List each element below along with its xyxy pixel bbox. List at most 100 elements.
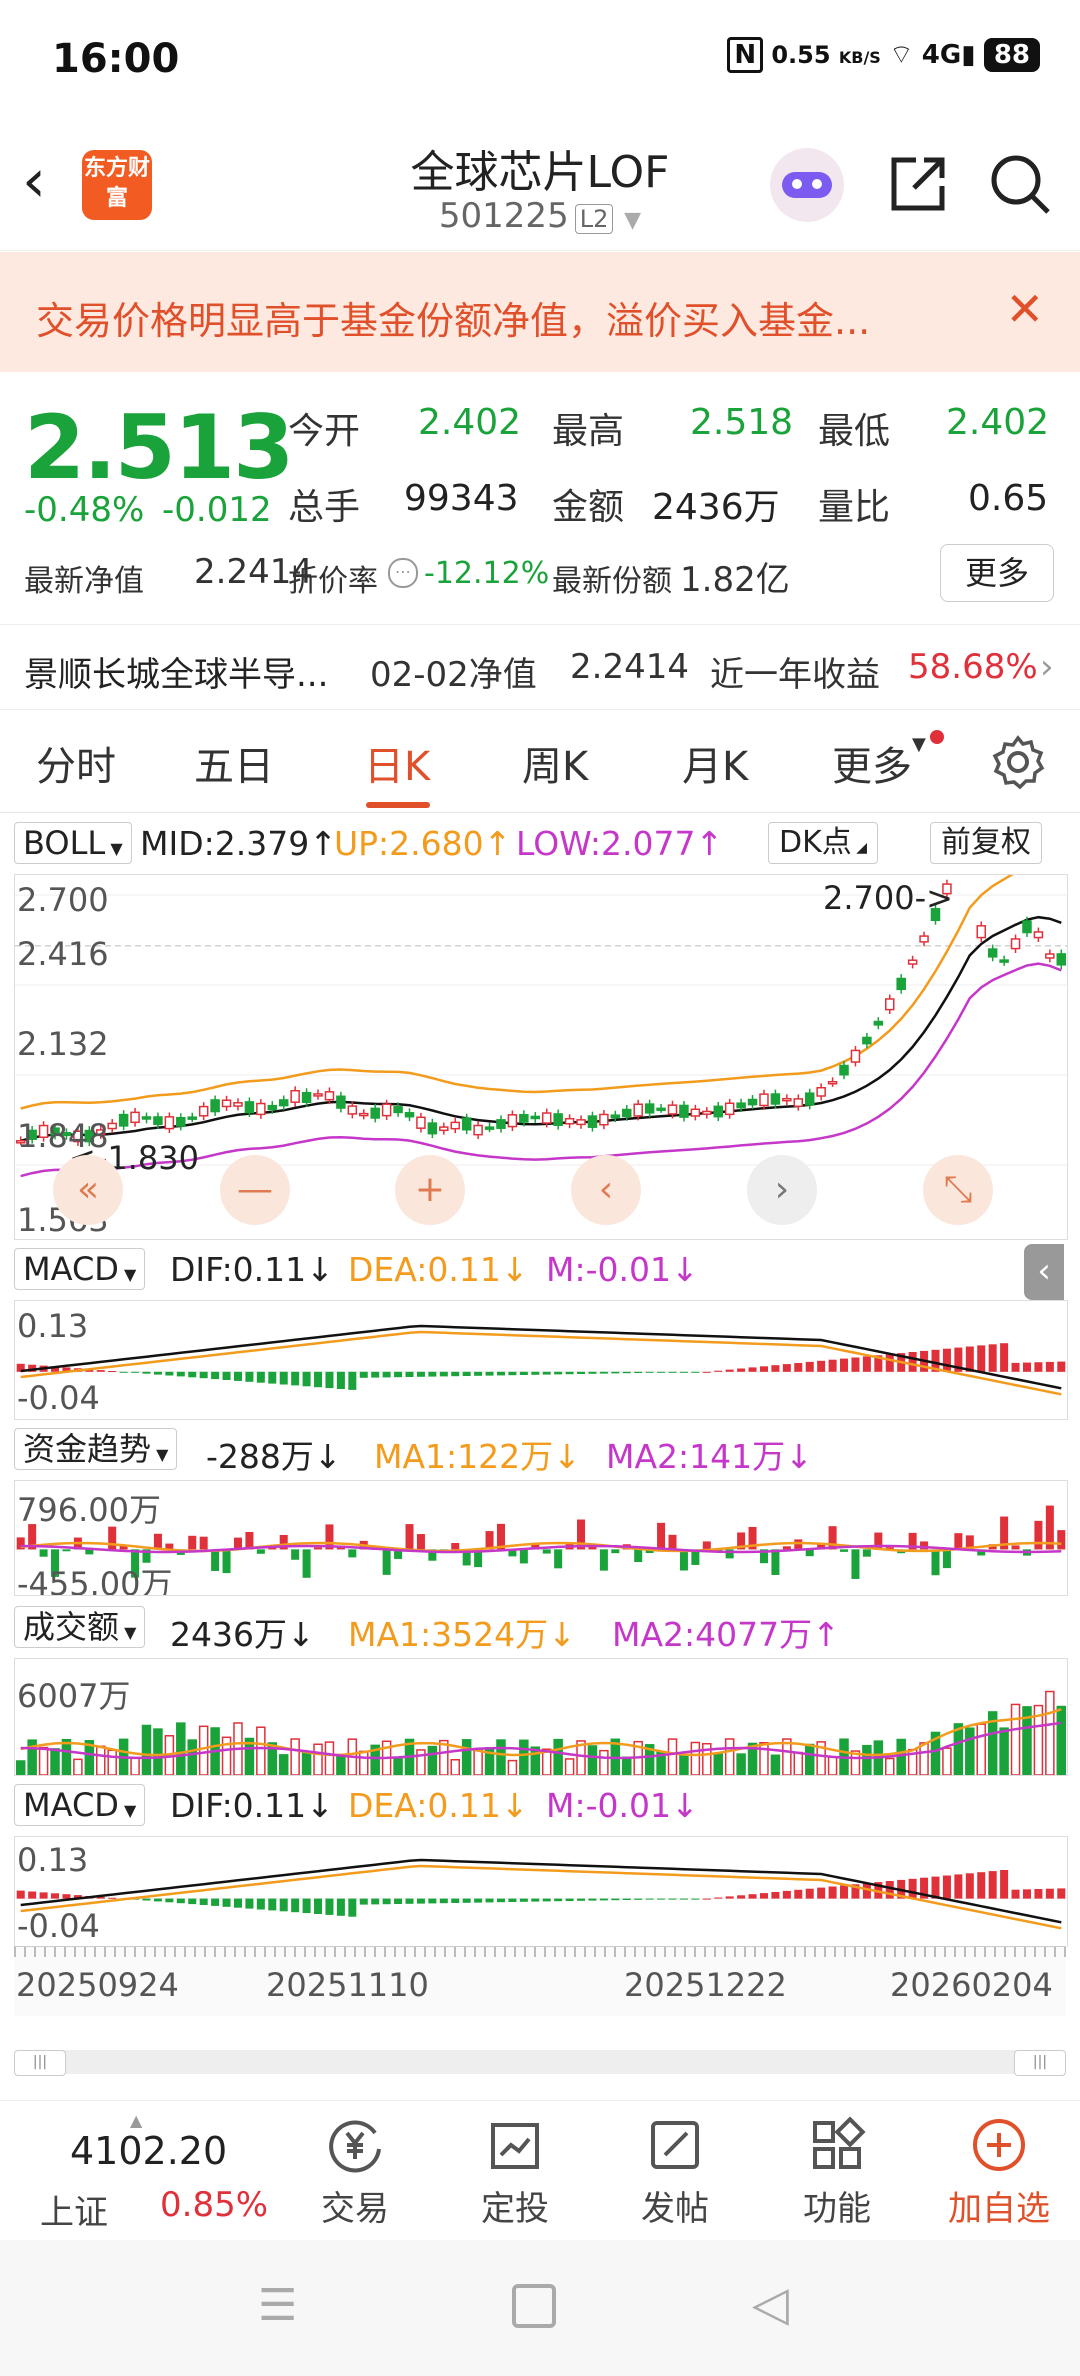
flow-bar — [199, 1536, 208, 1550]
zoom-out-button[interactable]: — — [220, 1155, 290, 1225]
turnover-bar — [313, 1743, 323, 1775]
tab-intraday[interactable]: 分时 — [36, 734, 116, 792]
candle-body — [553, 1113, 563, 1126]
caret-down-icon: ▼ — [105, 839, 123, 858]
macd2-bar — [142, 1898, 151, 1901]
macd1-svg — [15, 1324, 1067, 1396]
fund-flow-selector[interactable]: 资金趋势 ▼ — [14, 1428, 178, 1470]
macd-bar — [1057, 1361, 1066, 1372]
back-triangle-icon[interactable]: ◁ — [752, 2276, 789, 2332]
macd2-bar — [233, 1898, 242, 1908]
candle-body — [450, 1121, 460, 1130]
range-left-handle[interactable]: ||| — [14, 2050, 66, 2076]
turnover-selector[interactable]: 成交额 ▼ — [14, 1606, 146, 1648]
candle-body — [747, 1098, 758, 1106]
turnover-bar — [965, 1727, 975, 1775]
tab-weekly-k[interactable]: 周K — [522, 734, 588, 792]
high-label: 最高 — [552, 411, 625, 452]
flow-bar — [942, 1549, 951, 1569]
tab-monthly-k[interactable]: 月K — [682, 734, 748, 792]
macd2-bar — [748, 1894, 757, 1899]
macd2-bar — [222, 1898, 231, 1907]
close-icon[interactable]: ✕ — [1005, 282, 1044, 336]
candle-body — [507, 1114, 518, 1128]
tab-daily-k[interactable]: 日K — [364, 734, 430, 792]
fund-info-row[interactable]: 景顺长城全球半导... 02-02净值 2.2414 近一年收益 58.68% … — [0, 624, 1080, 710]
macd-bar — [817, 1360, 826, 1372]
expand-up-icon[interactable]: ▲ — [130, 2111, 142, 2130]
turnover-bar — [804, 1743, 815, 1775]
functions-button[interactable]: 功能 — [772, 2113, 902, 2230]
flow-bar — [62, 1549, 71, 1552]
signal-icon: 4G▮ — [921, 40, 976, 70]
candle-body — [473, 1124, 483, 1136]
macd-bar — [782, 1364, 791, 1372]
dea2-line — [20, 1864, 1062, 1930]
macd2-bar — [965, 1873, 974, 1899]
macd-bar — [531, 1371, 540, 1375]
zoom-in-button[interactable]: + — [395, 1155, 465, 1225]
range-right-handle[interactable]: ||| — [1014, 2050, 1066, 2076]
scroll-left-button[interactable]: ‹ — [571, 1155, 641, 1225]
wifi-icon: ⌔ — [889, 40, 914, 70]
turnover-bar — [96, 1745, 106, 1775]
menu-icon[interactable]: ☰ — [258, 2280, 297, 2331]
turnover-bar — [38, 1746, 49, 1775]
macd-bar — [371, 1371, 380, 1378]
macd2-bar — [302, 1898, 311, 1914]
adjust-type-button[interactable]: 前复权 — [930, 822, 1042, 864]
kline-chart[interactable]: 2.700 2.416 2.132 1.848 1.563 2.700-> <-… — [14, 874, 1068, 1240]
post-button[interactable]: 发帖 — [610, 2113, 740, 2230]
candle-body — [370, 1107, 380, 1119]
turnover-bar — [61, 1738, 72, 1775]
more-button[interactable]: 更多 — [940, 544, 1054, 602]
macd-selector[interactable]: MACD ▼ — [14, 1248, 146, 1290]
macd2-dif: DIF:0.11↓ — [170, 1786, 334, 1825]
dk-point-toggle[interactable]: DK点 ◢ — [768, 822, 878, 864]
candle-body — [793, 1098, 804, 1108]
tab-five-day[interactable]: 五日 — [194, 734, 274, 792]
macd2-bar — [817, 1887, 826, 1899]
fullscreen-icon[interactable]: ⤡ — [923, 1155, 993, 1225]
macd-bar — [965, 1346, 974, 1372]
caret-down-icon: ▼ — [118, 1801, 137, 1820]
macd2-bar — [1034, 1889, 1043, 1899]
premium-warning-banner[interactable]: 交易价格明显高于基金份额净值，溢价买入基金... ✕ — [0, 252, 1080, 372]
candle-body — [896, 977, 906, 991]
macd-bar — [565, 1371, 574, 1375]
share-icon[interactable] — [886, 152, 950, 220]
collapse-panel-icon[interactable]: ‹ — [1024, 1244, 1064, 1300]
boll-selector[interactable]: BOLL ▼ — [14, 822, 132, 864]
candle-body — [759, 1093, 769, 1107]
kline-ylabel: 2.700 — [17, 881, 109, 919]
macd2-bar — [1057, 1888, 1066, 1899]
flow-bar — [782, 1546, 791, 1550]
search-icon[interactable] — [988, 152, 1052, 220]
macd2-selector[interactable]: MACD ▼ — [14, 1784, 146, 1826]
flow-bar — [188, 1535, 197, 1550]
settings-gear-icon[interactable] — [990, 734, 1046, 794]
candle-body — [724, 1102, 735, 1116]
range-scrollbar[interactable]: ||| ||| — [14, 2050, 1066, 2076]
scroll-right-button[interactable]: › — [747, 1155, 817, 1225]
macd2-bar — [840, 1885, 849, 1899]
trade-button[interactable]: 交易 — [290, 2113, 420, 2230]
system-nav-bar: ☰ ◁ — [0, 2240, 1080, 2376]
macd2-bar — [942, 1875, 951, 1899]
robot-assistant-icon[interactable] — [770, 148, 844, 222]
candle-body — [381, 1103, 392, 1117]
index-value[interactable]: 4102.20 — [70, 2129, 227, 2173]
macd2-bar — [508, 1898, 517, 1902]
add-watchlist-button[interactable]: 加自选 — [934, 2113, 1064, 2230]
scroll-start-button[interactable]: « — [53, 1155, 123, 1225]
invest-plan-button[interactable]: 定投 — [450, 2113, 580, 2230]
candle-body — [461, 1117, 472, 1131]
home-icon[interactable] — [512, 2284, 556, 2328]
candle-body — [1033, 931, 1044, 939]
fund-flow-ylabel: -455.00万 — [17, 1565, 173, 1596]
info-icon[interactable]: ⋯ — [388, 558, 418, 588]
edit-icon — [610, 2113, 740, 2181]
macd-bar — [176, 1371, 185, 1377]
tab-more[interactable]: 更多▼ — [832, 734, 926, 792]
macd2-bar — [108, 1897, 117, 1899]
